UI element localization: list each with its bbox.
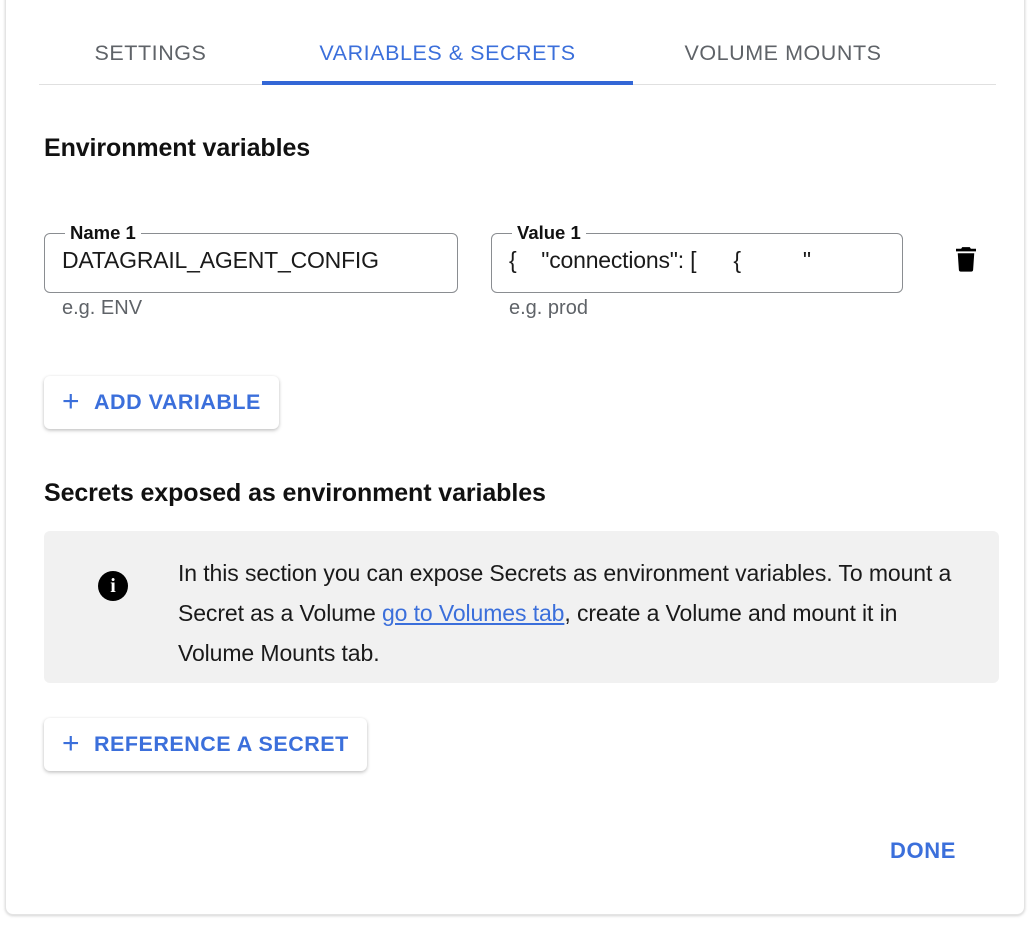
reference-a-secret-label: REFERENCE A SECRET [94,732,349,756]
variable-name-input[interactable] [44,224,458,293]
environment-variables-heading: Environment variables [44,134,311,162]
variable-value-input[interactable] [491,224,903,293]
tab-bar: SETTINGS VARIABLES & SECRETS VOLUME MOUN… [39,23,996,85]
variable-value-field-group: Value 1 e.g. prod [491,223,903,319]
add-variable-label: ADD VARIABLE [94,390,261,414]
tab-volume-mounts-label: VOLUME MOUNTS [684,41,882,65]
done-label: DONE [890,838,956,863]
tab-volume-mounts[interactable]: VOLUME MOUNTS [633,23,933,84]
secrets-info-panel: i In this section you can expose Secrets… [44,531,999,683]
variable-value-helper-text: e.g. prod [509,297,588,319]
variable-value-outline: Value 1 [491,223,903,293]
tab-variables-and-secrets[interactable]: VARIABLES & SECRETS [262,23,633,85]
done-button[interactable]: DONE [874,829,972,873]
reference-a-secret-button[interactable]: + REFERENCE A SECRET [44,718,367,771]
plus-icon: + [62,726,81,760]
trash-icon [951,243,981,278]
delete-variable-button[interactable] [944,238,988,282]
variable-name-outline: Name 1 [44,223,458,293]
tab-settings-label: SETTINGS [94,41,207,65]
go-to-volumes-tab-link[interactable]: go to Volumes tab [382,600,565,626]
variable-name-field-group: Name 1 e.g. ENV [44,223,458,319]
info-icon: i [98,571,128,601]
variable-name-helper-text: e.g. ENV [62,297,143,319]
plus-icon: + [62,384,81,418]
tab-settings[interactable]: SETTINGS [39,23,262,84]
secrets-info-text: In this section you can expose Secrets a… [178,553,978,673]
settings-card: SETTINGS VARIABLES & SECRETS VOLUME MOUN… [5,0,1025,915]
add-variable-button[interactable]: + ADD VARIABLE [44,376,279,429]
secrets-heading: Secrets exposed as environment variables [44,479,546,507]
tab-variables-and-secrets-label: VARIABLES & SECRETS [319,41,576,65]
